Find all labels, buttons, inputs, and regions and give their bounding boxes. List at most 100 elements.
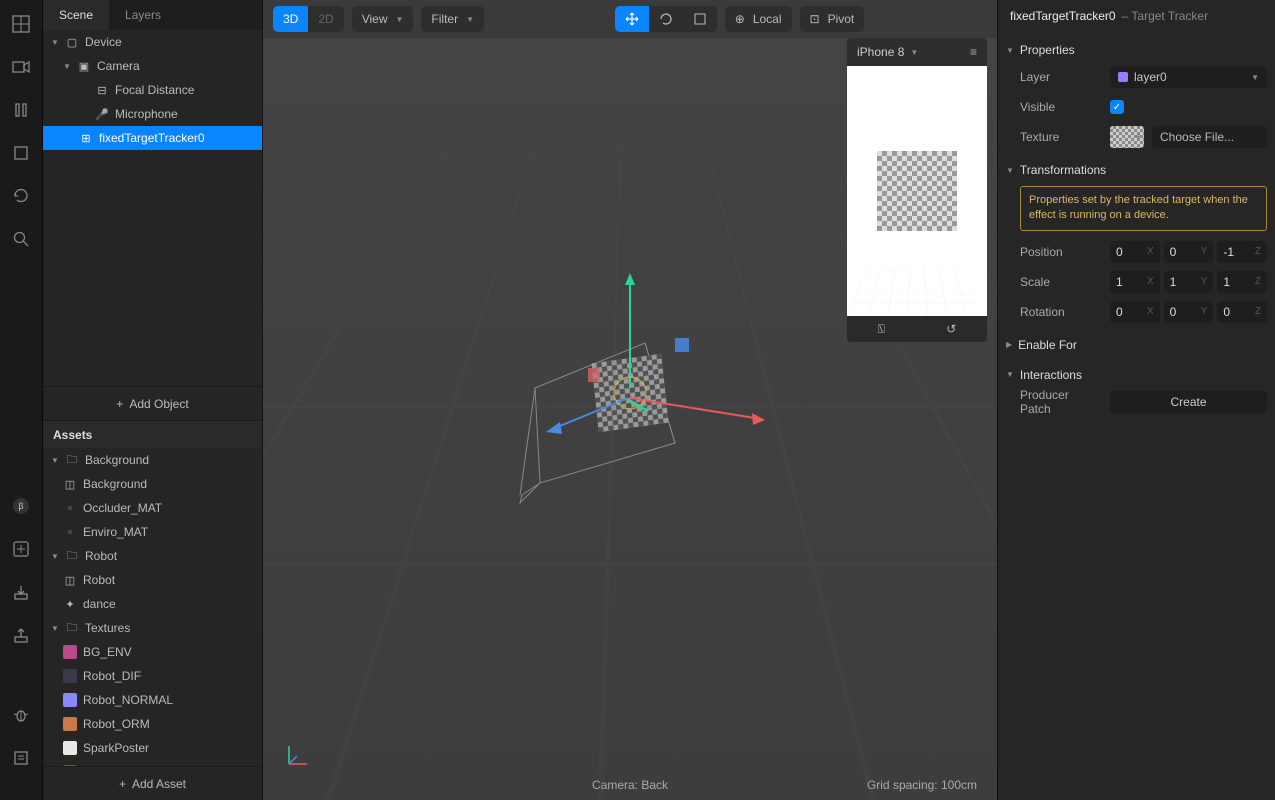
asset-row[interactable]: Robot_ORM	[43, 712, 262, 736]
section-properties: ▼Properties Layer layer0 ▼ Visible ✓ Tex…	[998, 32, 1275, 152]
tree-row-tracker[interactable]: ⊞ fixedTargetTracker0	[43, 126, 262, 150]
asset-row[interactable]: ▼🗀Textures	[43, 616, 262, 640]
tree-label: Focal Distance	[115, 83, 194, 97]
add-asset-button[interactable]: + Add Asset	[43, 766, 262, 800]
chevron-down-icon: ▼	[63, 62, 71, 71]
local-button[interactable]: ⊕Local	[725, 6, 792, 32]
folder-icon: 🗀	[65, 621, 79, 635]
section-transformations: ▼Transformations Properties set by the t…	[998, 152, 1275, 327]
chevron-down-icon[interactable]: ▼	[910, 48, 918, 57]
scale-tool-button[interactable]	[683, 6, 717, 32]
scene-gizmo	[470, 243, 790, 563]
asset-row[interactable]: ▼🗀Robot	[43, 544, 262, 568]
anim-icon: ✦	[63, 597, 77, 611]
add-object-button[interactable]: + Add Object	[43, 386, 262, 420]
mode-3d-button[interactable]: 3D	[273, 6, 308, 32]
asset-row[interactable]: ▼🗀Background	[43, 448, 262, 472]
icon-rail: β	[0, 0, 43, 800]
globe-icon: ⊕	[735, 12, 745, 26]
enable-for-header[interactable]: ▶Enable For	[1006, 333, 1267, 357]
restart-icon[interactable]: ↺	[946, 322, 956, 336]
transformations-header[interactable]: ▼Transformations	[1006, 158, 1267, 182]
rotate-tool-button[interactable]	[649, 6, 683, 32]
rotation-x-field[interactable]: X	[1110, 301, 1160, 323]
layer-swatch-icon	[1118, 72, 1128, 82]
beta-icon[interactable]: β	[12, 497, 30, 515]
export-icon[interactable]	[12, 626, 30, 644]
position-z-field[interactable]: Z	[1217, 241, 1267, 263]
chevron-down-icon: ▼	[466, 15, 474, 24]
texture-swatch[interactable]: ▼	[1110, 126, 1144, 148]
position-x-field[interactable]: X	[1110, 241, 1160, 263]
docs-icon[interactable]	[12, 749, 30, 767]
center-area: 3D 2D View▼ Filter▼ ⊕Local ⊡Pivot	[263, 0, 997, 800]
asset-row[interactable]: Robot_DIF	[43, 664, 262, 688]
asset-row[interactable]: ◫Robot	[43, 568, 262, 592]
asset-row[interactable]: ●Enviro_MAT	[43, 520, 262, 544]
mode-2d-button[interactable]: 2D	[308, 6, 343, 32]
layer-select[interactable]: layer0 ▼	[1110, 66, 1267, 88]
asset-row[interactable]: ✦dance	[43, 592, 262, 616]
material-icon: ●	[63, 525, 77, 539]
section-enable-for: ▶Enable For	[998, 327, 1275, 357]
tab-layers[interactable]: Layers	[109, 0, 177, 30]
asset-row[interactable]: ●Occluder_MAT	[43, 496, 262, 520]
square-icon[interactable]	[12, 144, 30, 162]
plus-icon: +	[119, 777, 126, 791]
choose-file-button[interactable]: Choose File...	[1152, 126, 1267, 148]
import-icon[interactable]	[12, 583, 30, 601]
pivot-button[interactable]: ⊡Pivot	[800, 6, 865, 32]
asset-row[interactable]: Robot_NORMAL	[43, 688, 262, 712]
rotation-label: Rotation	[1020, 305, 1102, 319]
left-panel: Scene Layers ▼ ▢ Device ▼ ▣ Camera ⊟ Foc…	[43, 0, 263, 800]
plus-icon: +	[116, 397, 123, 411]
scale-y-field[interactable]: Y	[1164, 271, 1214, 293]
view-dropdown[interactable]: View▼	[352, 6, 414, 32]
position-label: Position	[1020, 245, 1102, 259]
tree-row-camera[interactable]: ▼ ▣ Camera	[43, 54, 262, 78]
scale-x-field[interactable]: X	[1110, 271, 1160, 293]
interactions-header[interactable]: ▼Interactions	[1006, 363, 1267, 387]
viewport-footer: Camera: Back Grid spacing: 100cm	[263, 778, 997, 792]
assets-header: Assets	[43, 420, 262, 448]
inspector-object-name: fixedTargetTracker0	[1010, 9, 1116, 23]
origin-gizmo-icon	[283, 740, 313, 770]
asset-row[interactable]: BG_ENV	[43, 640, 262, 664]
asset-row[interactable]: SparkPoster	[43, 736, 262, 760]
preview-header: iPhone 8 ▼ ≡	[847, 38, 987, 66]
menu-icon[interactable]: ≡	[970, 45, 977, 59]
bug-icon[interactable]	[12, 706, 30, 724]
add-panel-icon[interactable]	[12, 540, 30, 558]
preview-target-plane	[877, 151, 957, 231]
assets-tree: ▼🗀Background ◫Background ●Occluder_MAT ●…	[43, 448, 262, 766]
section-interactions: ▼Interactions Producer Patch Create	[998, 357, 1275, 417]
folder-icon: 🗀	[65, 549, 79, 563]
tree-row-device[interactable]: ▼ ▢ Device	[43, 30, 262, 54]
preview-device-label[interactable]: iPhone 8	[857, 45, 904, 59]
tree-row-mic[interactable]: 🎤 Microphone	[43, 102, 262, 126]
scale-z-field[interactable]: Z	[1217, 271, 1267, 293]
inspector-panel: fixedTargetTracker0 – Target Tracker ▼Pr…	[997, 0, 1275, 800]
visible-checkbox[interactable]: ✓	[1110, 100, 1124, 114]
inspector-title: fixedTargetTracker0 – Target Tracker	[998, 0, 1275, 32]
filter-dropdown[interactable]: Filter▼	[421, 6, 484, 32]
move-tool-button[interactable]	[615, 6, 649, 32]
pause-icon[interactable]	[12, 101, 30, 119]
properties-header[interactable]: ▼Properties	[1006, 38, 1267, 62]
focal-icon: ⊟	[95, 83, 109, 97]
layout-icon[interactable]	[12, 15, 30, 33]
svg-text:β: β	[18, 501, 23, 511]
rotation-y-field[interactable]: Y	[1164, 301, 1214, 323]
capture-icon[interactable]: ⍂	[878, 322, 885, 337]
position-y-field[interactable]: Y	[1164, 241, 1214, 263]
create-button[interactable]: Create	[1110, 391, 1267, 413]
rotation-z-field[interactable]: Z	[1217, 301, 1267, 323]
video-icon[interactable]	[12, 58, 30, 76]
search-icon[interactable]	[12, 230, 30, 248]
tree-row-focal[interactable]: ⊟ Focal Distance	[43, 78, 262, 102]
tab-scene[interactable]: Scene	[43, 0, 109, 30]
tree-label: Camera	[97, 59, 140, 73]
refresh-icon[interactable]	[12, 187, 30, 205]
inspector-type: – Target Tracker	[1122, 9, 1208, 23]
asset-row[interactable]: ◫Background	[43, 472, 262, 496]
